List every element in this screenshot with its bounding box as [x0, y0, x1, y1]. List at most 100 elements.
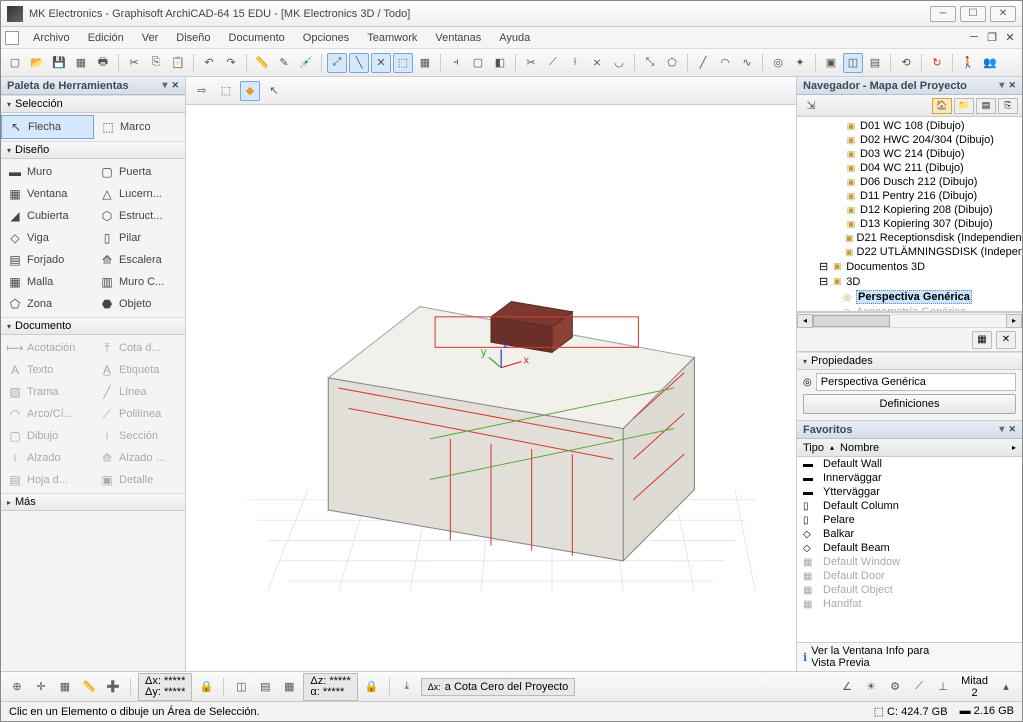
- tool-alzado[interactable]: ⟊Alzado: [1, 447, 93, 469]
- toolbox-close-icon[interactable]: ✕: [171, 80, 179, 91]
- favoritos-header[interactable]: Favoritos ▾ ✕: [797, 421, 1022, 439]
- 3d-viewport[interactable]: x y z: [186, 105, 796, 671]
- ruler-icon[interactable]: 📏: [79, 677, 99, 697]
- tree-item[interactable]: ▣D03 WC 214 (Dibujo): [797, 147, 1022, 161]
- tree-item[interactable]: ▣D02 HWC 204/304 (Dibujo): [797, 133, 1022, 147]
- tool-viga[interactable]: ◇Viga: [1, 227, 93, 249]
- undo-icon[interactable]: ↶: [199, 53, 219, 73]
- view-1-icon[interactable]: ▣: [821, 53, 841, 73]
- tool-malla[interactable]: ▦Malla: [1, 271, 93, 293]
- inject-icon[interactable]: 💉: [296, 53, 316, 73]
- tool-hojad[interactable]: ▤Hoja d...: [1, 469, 93, 491]
- polyop-icon[interactable]: ⬠: [662, 53, 682, 73]
- toggle-3-icon[interactable]: ▦: [279, 677, 299, 697]
- view-3-icon[interactable]: ▤: [865, 53, 885, 73]
- tree-item[interactable]: ▣D01 WC 108 (Dibujo): [797, 119, 1022, 133]
- line-icon[interactable]: ╱: [693, 53, 713, 73]
- menu-archivo[interactable]: Archivo: [25, 30, 78, 46]
- menu-edicion[interactable]: Edición: [80, 30, 132, 46]
- tool-arcoc[interactable]: ◠Arco/Cí...: [1, 403, 93, 425]
- lock-za-icon[interactable]: 🔒: [362, 677, 382, 697]
- col-more-icon[interactable]: ▸: [1012, 443, 1016, 452]
- tree-scrollbar[interactable]: ◂ ▸: [797, 312, 1022, 328]
- suspend-icon[interactable]: ◎: [768, 53, 788, 73]
- fillet-icon[interactable]: ◡: [609, 53, 629, 73]
- measure-icon[interactable]: 📏: [252, 53, 272, 73]
- tree-3d[interactable]: ⊟▣3D: [797, 274, 1022, 289]
- fav-item[interactable]: ▬Ytterväggar: [797, 485, 1022, 499]
- nav-tab-publisher[interactable]: ⎘: [998, 98, 1018, 114]
- tool-marco[interactable]: ⬚Marco: [94, 115, 185, 139]
- tree-item[interactable]: ▣D06 Dusch 212 (Dibujo): [797, 175, 1022, 189]
- fav-item[interactable]: ▦Default Object: [797, 583, 1022, 597]
- navigator-pin-icon[interactable]: ▾: [999, 80, 1004, 91]
- menu-documento[interactable]: Documento: [221, 30, 293, 46]
- tool-dibujo[interactable]: ▢Dibujo: [1, 425, 93, 447]
- nav-tab-project[interactable]: 🏠: [932, 98, 952, 114]
- mdi-close[interactable]: ✕: [1002, 31, 1018, 44]
- intersect-icon[interactable]: ⨯: [587, 53, 607, 73]
- fav-item[interactable]: ▬Default Wall: [797, 457, 1022, 471]
- scroll-left-icon[interactable]: ◂: [797, 314, 813, 328]
- copy-icon[interactable]: ⎘: [146, 53, 166, 73]
- navigator-header[interactable]: Navegador - Mapa del Proyecto ▾ ✕: [797, 77, 1022, 95]
- snap-3-icon[interactable]: ✕: [371, 53, 391, 73]
- magic-icon[interactable]: ✦: [790, 53, 810, 73]
- mdi-minimize[interactable]: ─: [966, 31, 982, 44]
- menu-opciones[interactable]: Opciones: [295, 30, 357, 46]
- mitad-stepper[interactable]: Mitad 2: [957, 675, 992, 699]
- eyedrop-icon[interactable]: ✎: [274, 53, 294, 73]
- plus-icon[interactable]: ➕: [103, 677, 123, 697]
- section-mas[interactable]: Más: [1, 493, 185, 511]
- grid-icon[interactable]: ▦: [415, 53, 435, 73]
- origin-icon[interactable]: ⊕: [7, 677, 27, 697]
- angle-icon[interactable]: ∠: [837, 677, 857, 697]
- menu-ayuda[interactable]: Ayuda: [491, 30, 538, 46]
- tool-pilar[interactable]: ▯Pilar: [93, 227, 185, 249]
- fav-item[interactable]: ▬Innerväggar: [797, 471, 1022, 485]
- menu-teamwork[interactable]: Teamwork: [359, 30, 425, 46]
- tree-item[interactable]: ▣D11 Pentry 216 (Dibujo): [797, 189, 1022, 203]
- col-nombre[interactable]: Nombre: [840, 442, 879, 454]
- nav-tab-layouts[interactable]: ▤: [976, 98, 996, 114]
- fav-item[interactable]: ◇Default Beam: [797, 541, 1022, 555]
- resize-icon[interactable]: ⤡: [640, 53, 660, 73]
- scroll-right-icon[interactable]: ▸: [1006, 314, 1022, 328]
- fav-item[interactable]: ▯Default Column: [797, 499, 1022, 513]
- prop-name-field[interactable]: Perspectiva Genérica: [816, 373, 1016, 391]
- coords-icon[interactable]: ✛: [31, 677, 51, 697]
- plot-icon[interactable]: ▦: [71, 53, 91, 73]
- snap-4-icon[interactable]: ⬚: [393, 53, 413, 73]
- print-icon[interactable]: 🖶: [93, 53, 113, 73]
- section-propiedades[interactable]: Propiedades: [797, 352, 1022, 370]
- vp-marquee-icon[interactable]: ⬚: [216, 81, 236, 101]
- close-button[interactable]: ✕: [990, 6, 1016, 22]
- tool-b-icon[interactable]: ◧: [490, 53, 510, 73]
- snap-2-icon[interactable]: ╲: [349, 53, 369, 73]
- vp-select-icon[interactable]: ◆: [240, 81, 260, 101]
- fav-item[interactable]: ◇Balkar: [797, 527, 1022, 541]
- tree-axo[interactable]: ◎Axonometría Genérica: [797, 305, 1022, 312]
- save-icon[interactable]: 💾: [49, 53, 69, 73]
- gravity-icon[interactable]: ⤓: [397, 677, 417, 697]
- tree-item[interactable]: ▣D04 WC 211 (Dibujo): [797, 161, 1022, 175]
- section-documento[interactable]: Documento: [1, 317, 185, 335]
- minimize-button[interactable]: ─: [930, 6, 956, 22]
- curve-icon[interactable]: ∿: [737, 53, 757, 73]
- tool-acotacin[interactable]: ⟼Acotación: [1, 337, 93, 359]
- tool-muro[interactable]: ▬Muro: [1, 161, 93, 183]
- walk-icon[interactable]: 🚶: [958, 53, 978, 73]
- step-up-icon[interactable]: ▴: [996, 677, 1016, 697]
- tool-texto[interactable]: ATexto: [1, 359, 93, 381]
- align-icon[interactable]: ⫞: [446, 53, 466, 73]
- mdi-restore[interactable]: ❐: [984, 31, 1000, 44]
- arc-icon[interactable]: ◠: [715, 53, 735, 73]
- section-seleccion[interactable]: Selección: [1, 95, 185, 113]
- tool-escalera[interactable]: ⟰Escalera: [93, 249, 185, 271]
- favoritos-pin-icon[interactable]: ▾: [999, 424, 1004, 435]
- nav-tab-views[interactable]: 📁: [954, 98, 974, 114]
- fav-item[interactable]: ▦Handfat: [797, 597, 1022, 611]
- tree-item[interactable]: ▣D12 Kopiering 208 (Dibujo): [797, 203, 1022, 217]
- tool-objeto[interactable]: ⬣Objeto: [93, 293, 185, 315]
- navigator-tree[interactable]: ▣D01 WC 108 (Dibujo)▣D02 HWC 204/304 (Di…: [797, 117, 1022, 312]
